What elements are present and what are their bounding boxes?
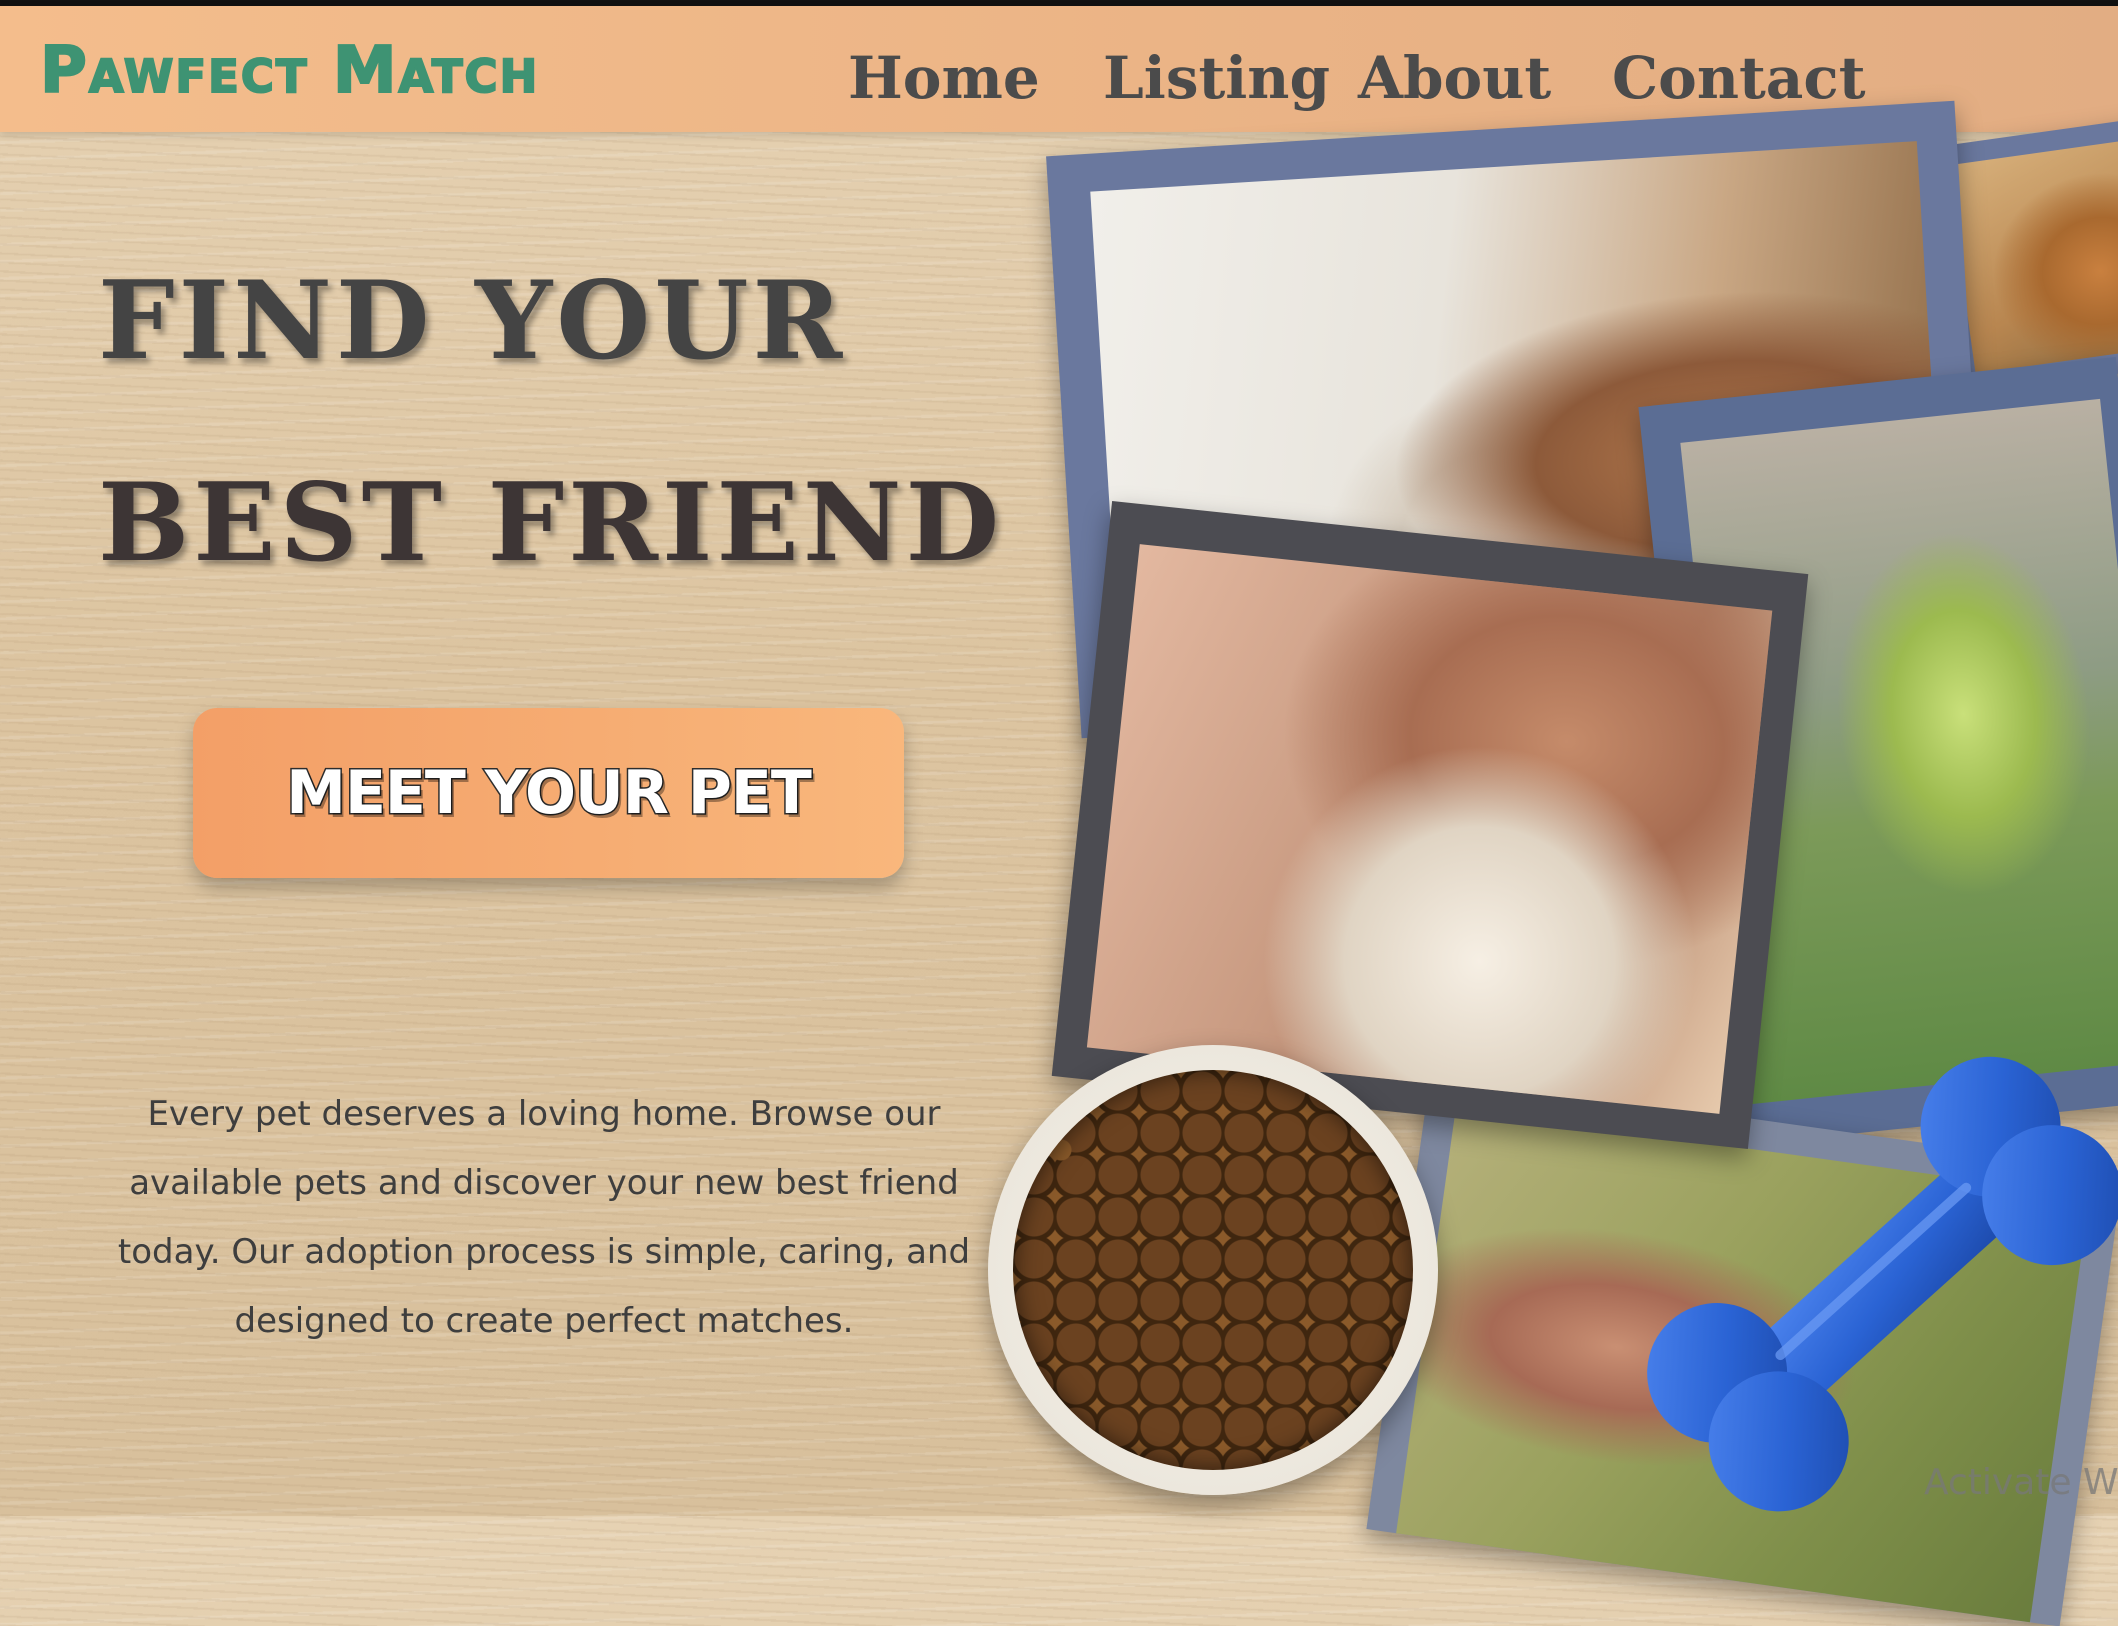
activate-windows-watermark: Activate W <box>1924 1462 2118 1503</box>
kibble <box>1013 1070 1413 1470</box>
hero-headline-line1: FIND YOUR <box>98 258 847 384</box>
hero-headline-line2: BEST FRIEND <box>98 460 1004 586</box>
meet-your-pet-button-label: MEET YOUR PET <box>285 757 814 830</box>
pet-food-bowl-icon <box>988 1045 1438 1495</box>
meet-your-pet-button[interactable]: MEET YOUR PET <box>193 708 904 878</box>
nav-link-about[interactable]: About <box>1358 44 1551 112</box>
nav-link-home[interactable]: Home <box>848 44 1040 112</box>
hero-description: Every pet deserves a loving home. Browse… <box>117 1094 971 1341</box>
site-logo[interactable]: Pawfect Match <box>39 33 539 109</box>
nav-link-listing[interactable]: Listing <box>1103 44 1330 112</box>
nav-link-contact[interactable]: Contact <box>1612 44 1866 112</box>
